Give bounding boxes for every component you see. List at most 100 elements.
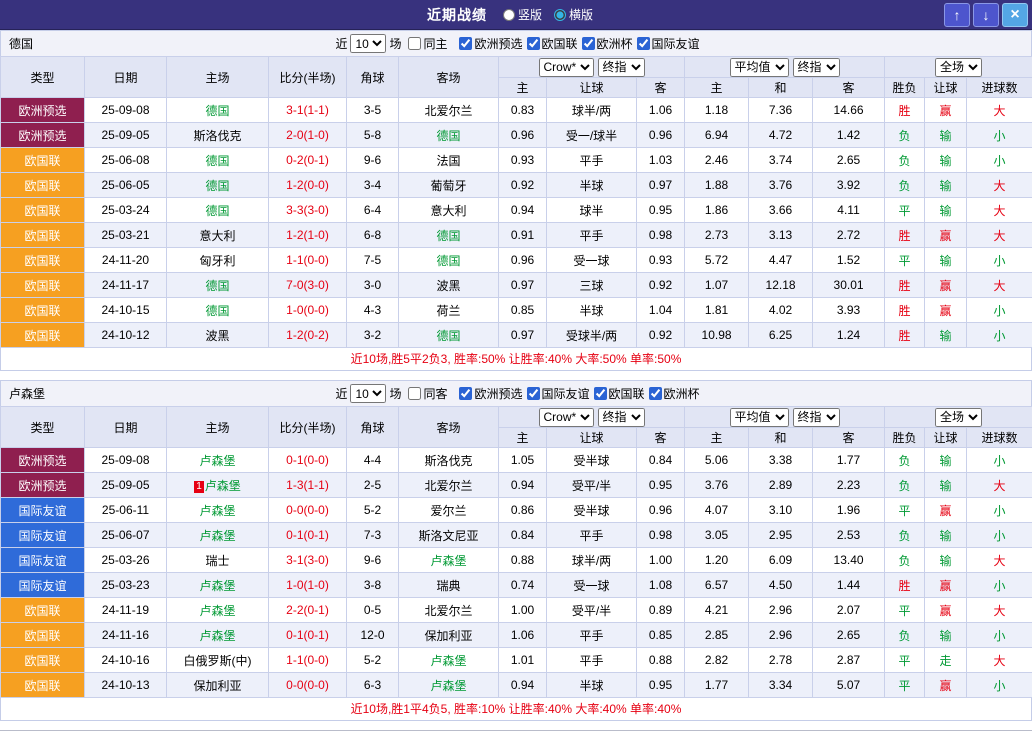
goals-result-cell: 小 (967, 298, 1032, 323)
odds-source-select[interactable]: Crow* (539, 58, 594, 77)
score-cell: 1-1(0-0) (269, 648, 347, 673)
competition-type-badge: 国际友谊 (1, 498, 85, 523)
away-team-cell: 卢森堡 (399, 548, 499, 573)
same-venue-checkbox[interactable]: 同客 (408, 385, 447, 402)
match-row: 欧国联25-03-24德国3-3(3-0)6-4意大利0.94球半0.951.8… (1, 198, 1032, 223)
league-checkbox[interactable]: 欧洲杯 (649, 385, 700, 402)
avg-draw-odds-cell: 3.66 (749, 198, 813, 223)
odds-away-cell: 0.85 (637, 623, 685, 648)
handicap-result-cell: 赢 (925, 498, 967, 523)
league-checkbox-input[interactable] (459, 37, 472, 50)
avg-draw-odds-cell: 6.25 (749, 323, 813, 348)
competition-type-badge: 欧国联 (1, 598, 85, 623)
avg-away-odds-cell: 1.44 (813, 573, 885, 598)
handicap-result-cell: 输 (925, 448, 967, 473)
league-checkbox[interactable]: 欧国联 (527, 35, 578, 52)
odds-source-select[interactable]: 全场 (935, 408, 982, 427)
horizontal-radio-input[interactable] (554, 9, 566, 21)
match-result-cell: 胜 (885, 573, 925, 598)
home-team-label: 意大利 (199, 229, 235, 243)
avg-draw-odds-cell: 4.50 (749, 573, 813, 598)
league-checkbox-input[interactable] (527, 37, 540, 50)
match-result-cell: 胜 (885, 223, 925, 248)
league-checkbox[interactable]: 国际友谊 (527, 385, 590, 402)
same-venue-checkbox[interactable]: 同主 (408, 35, 447, 52)
score-cell: 3-1(1-1) (269, 98, 347, 123)
avg-away-odds-cell: 2.53 (813, 523, 885, 548)
odds-source-select[interactable]: 终指 (793, 408, 840, 427)
match-count-select[interactable]: 10 (350, 34, 386, 53)
odds-source-select[interactable]: 平均值 (730, 58, 789, 77)
competition-type-badge: 欧国联 (1, 148, 85, 173)
team-section-1: 德国近10场同主欧洲预选欧国联欧洲杯国际友谊类型日期主场比分(半场)角球客场Cr… (0, 30, 1032, 371)
avg-draw-odds-cell: 4.47 (749, 248, 813, 273)
close-button[interactable]: × (1002, 3, 1028, 27)
odds-away-cell: 1.00 (637, 548, 685, 573)
league-checkbox[interactable]: 欧国联 (594, 385, 645, 402)
odds-home-cell: 0.83 (499, 98, 547, 123)
away-team-cell: 荷兰 (399, 298, 499, 323)
odds-home-cell: 1.01 (499, 648, 547, 673)
up-arrow-icon: ↑ (954, 7, 961, 23)
date-cell: 25-03-23 (85, 573, 167, 598)
away-team-cell: 保加利亚 (399, 623, 499, 648)
avg-home-odds-cell: 4.07 (685, 498, 749, 523)
competition-type-badge: 国际友谊 (1, 548, 85, 573)
match-count-select[interactable]: 10 (350, 384, 386, 403)
odds-source-select[interactable]: 平均值 (730, 408, 789, 427)
match-result-cell: 胜 (885, 98, 925, 123)
score-cell: 1-0(1-0) (269, 573, 347, 598)
home-team-label: 白俄罗斯(中) (184, 654, 252, 668)
column-header: 比分(半场) (269, 57, 347, 98)
same-venue-checkbox-input[interactable] (408, 37, 421, 50)
corner-cell: 6-4 (347, 198, 399, 223)
score-cell: 3-1(3-0) (269, 548, 347, 573)
scroll-up-button[interactable]: ↑ (944, 3, 970, 27)
odds-source-select[interactable]: 终指 (793, 58, 840, 77)
same-venue-checkbox-input[interactable] (408, 387, 421, 400)
league-checkbox-input[interactable] (527, 387, 540, 400)
odds-source-select[interactable]: 全场 (935, 58, 982, 77)
odds-source-select[interactable]: 终指 (598, 58, 645, 77)
avg-draw-odds-cell: 6.09 (749, 548, 813, 573)
league-checkbox[interactable]: 欧洲杯 (582, 35, 633, 52)
home-team-cell: 波黑 (167, 323, 269, 348)
column-header: 客场 (399, 57, 499, 98)
league-checkbox-input[interactable] (459, 387, 472, 400)
odds-source-select[interactable]: 终指 (598, 408, 645, 427)
odds-home-cell: 0.88 (499, 548, 547, 573)
layout-vertical-radio[interactable]: 竖版 (503, 6, 542, 23)
scroll-down-button[interactable]: ↓ (973, 3, 999, 27)
league-checkbox-input[interactable] (637, 37, 650, 50)
odds-home-cell: 0.84 (499, 523, 547, 548)
league-checkbox-input[interactable] (594, 387, 607, 400)
avg-away-odds-cell: 2.87 (813, 648, 885, 673)
competition-type-badge: 国际友谊 (1, 573, 85, 598)
competition-type-badge: 欧洲预选 (1, 123, 85, 148)
vertical-radio-input[interactable] (503, 9, 515, 21)
handicap-line-cell: 平手 (547, 623, 637, 648)
odds-source-select[interactable]: Crow* (539, 408, 594, 427)
column-header: 类型 (1, 57, 85, 98)
handicap-result-cell: 赢 (925, 673, 967, 698)
league-checkbox[interactable]: 欧洲预选 (459, 35, 522, 52)
away-team-cell: 德国 (399, 248, 499, 273)
competition-type-badge: 欧国联 (1, 173, 85, 198)
competition-type-badge: 欧洲预选 (1, 448, 85, 473)
odds-group-header: 全场 (885, 57, 1032, 78)
home-team-label: 德国 (205, 179, 229, 193)
league-checkbox-input[interactable] (582, 37, 595, 50)
handicap-result-cell: 输 (925, 548, 967, 573)
goals-result-cell: 小 (967, 573, 1032, 598)
odds-group-header: 全场 (885, 407, 1032, 428)
league-checkbox[interactable]: 国际友谊 (637, 35, 700, 52)
home-team-cell: 意大利 (167, 223, 269, 248)
league-checkbox-input[interactable] (649, 387, 662, 400)
column-subheader: 主 (499, 428, 547, 448)
date-cell: 25-06-11 (85, 498, 167, 523)
league-checkbox[interactable]: 欧洲预选 (459, 385, 522, 402)
corner-cell: 3-8 (347, 573, 399, 598)
layout-horizontal-radio[interactable]: 横版 (554, 6, 593, 23)
odds-home-cell: 0.96 (499, 123, 547, 148)
matches-table: 类型日期主场比分(半场)角球客场Crow*终指平均值终指全场主让球客主和客胜负让… (0, 406, 1032, 698)
